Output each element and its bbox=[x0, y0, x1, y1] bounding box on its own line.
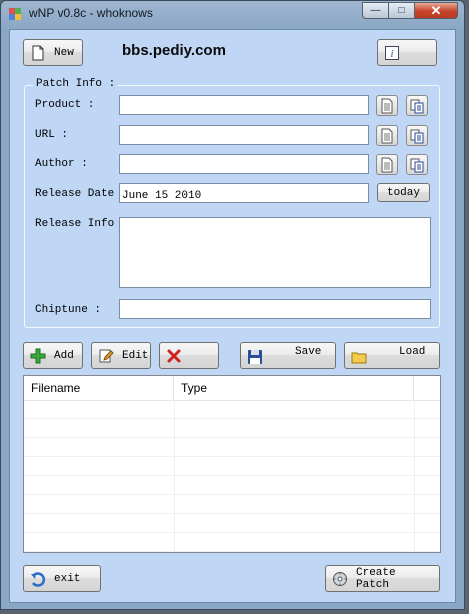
add-button-label: Add bbox=[54, 349, 74, 362]
save-button-label: Save bbox=[295, 346, 322, 358]
url-doc-button[interactable] bbox=[376, 125, 398, 146]
author-paste-button[interactable] bbox=[406, 154, 428, 175]
new-button[interactable]: New bbox=[23, 39, 83, 66]
chiptune-label: Chiptune : bbox=[35, 304, 102, 316]
patch-info-legend: Patch Info : bbox=[33, 78, 119, 90]
maximize-button[interactable]: □ bbox=[388, 2, 414, 19]
save-button[interactable]: Save bbox=[240, 342, 336, 369]
window-title: wNP v0.8c - whoknows bbox=[29, 6, 153, 20]
list-row bbox=[24, 438, 440, 457]
product-label: Product : bbox=[35, 99, 95, 111]
list-row bbox=[24, 495, 440, 514]
file-list[interactable]: Filename Type bbox=[23, 375, 441, 553]
clipboard-icon bbox=[410, 99, 424, 113]
create-patch-button-label: Create Patch bbox=[356, 566, 396, 591]
edit-button[interactable]: Edit bbox=[91, 342, 151, 369]
url-label: URL : bbox=[35, 129, 69, 141]
document-icon bbox=[381, 128, 393, 143]
info-glyph: i bbox=[391, 49, 394, 60]
author-label: Author : bbox=[35, 158, 88, 170]
document-icon bbox=[381, 157, 393, 172]
column-header-type[interactable]: Type bbox=[174, 376, 414, 400]
release-info-label: Release Info : bbox=[35, 218, 128, 230]
minimize-button[interactable]: — bbox=[362, 2, 388, 19]
exit-button[interactable]: exit bbox=[23, 565, 101, 592]
column-header-filename[interactable]: Filename bbox=[24, 376, 174, 400]
list-row bbox=[24, 419, 440, 438]
edit-button-label: Edit bbox=[122, 349, 149, 362]
pencil-icon bbox=[99, 349, 114, 362]
list-row bbox=[24, 514, 440, 533]
product-field[interactable] bbox=[119, 95, 369, 116]
chiptune-field[interactable] bbox=[119, 299, 431, 320]
title-bar[interactable]: wNP v0.8c - whoknows — □ ✕ bbox=[1, 1, 464, 27]
product-doc-button[interactable] bbox=[376, 95, 398, 116]
main-panel: New bbs.pediy.com i Patch Info : Product… bbox=[9, 29, 456, 603]
clipboard-icon bbox=[410, 158, 424, 172]
red-x-icon bbox=[167, 349, 181, 362]
gear-cd-icon bbox=[333, 571, 347, 586]
author-field[interactable] bbox=[119, 154, 369, 175]
release-info-field[interactable] bbox=[119, 217, 431, 288]
add-button[interactable]: Add bbox=[23, 342, 83, 369]
author-input[interactable] bbox=[122, 159, 366, 175]
url-field[interactable] bbox=[119, 125, 369, 146]
about-button[interactable]: i bbox=[377, 39, 437, 66]
patch-info-group: Patch Info : bbox=[24, 78, 440, 328]
create-patch-button[interactable]: Create Patch bbox=[325, 565, 440, 592]
list-row bbox=[24, 400, 440, 419]
app-window: wNP v0.8c - whoknows — □ ✕ New bbs.pediy… bbox=[0, 0, 465, 610]
load-button[interactable]: Load bbox=[344, 342, 440, 369]
url-paste-button[interactable] bbox=[406, 125, 428, 146]
green-plus-icon bbox=[30, 348, 46, 363]
floppy-disk-icon bbox=[248, 350, 262, 364]
author-doc-button[interactable] bbox=[376, 154, 398, 175]
app-icon bbox=[9, 8, 21, 20]
exit-button-label: exit bbox=[54, 572, 81, 585]
delete-button[interactable] bbox=[159, 342, 219, 369]
product-paste-button[interactable] bbox=[406, 95, 428, 116]
folder-icon bbox=[351, 352, 367, 364]
clipboard-icon bbox=[410, 129, 424, 143]
load-button-label: Load bbox=[399, 346, 426, 358]
file-list-header: Filename Type bbox=[24, 376, 440, 401]
undo-arrow-icon bbox=[31, 571, 46, 587]
close-button[interactable]: ✕ bbox=[414, 2, 458, 19]
blank-document-icon bbox=[32, 45, 44, 60]
info-icon: i bbox=[385, 45, 399, 60]
document-icon bbox=[381, 98, 393, 113]
release-date-field[interactable] bbox=[119, 183, 369, 204]
url-input[interactable] bbox=[122, 130, 366, 146]
list-row bbox=[24, 457, 440, 476]
today-button-label: today bbox=[386, 186, 420, 199]
chiptune-input[interactable] bbox=[122, 304, 428, 320]
release-date-input[interactable] bbox=[122, 188, 366, 204]
list-row bbox=[24, 476, 440, 495]
today-button[interactable]: today bbox=[377, 183, 430, 202]
release-info-textarea[interactable] bbox=[122, 219, 428, 286]
release-date-label: Release Date : bbox=[35, 188, 128, 200]
new-button-label: New bbox=[54, 46, 74, 59]
product-input[interactable] bbox=[122, 100, 366, 116]
site-text: bbs.pediy.com bbox=[122, 42, 226, 59]
list-row bbox=[24, 533, 440, 552]
